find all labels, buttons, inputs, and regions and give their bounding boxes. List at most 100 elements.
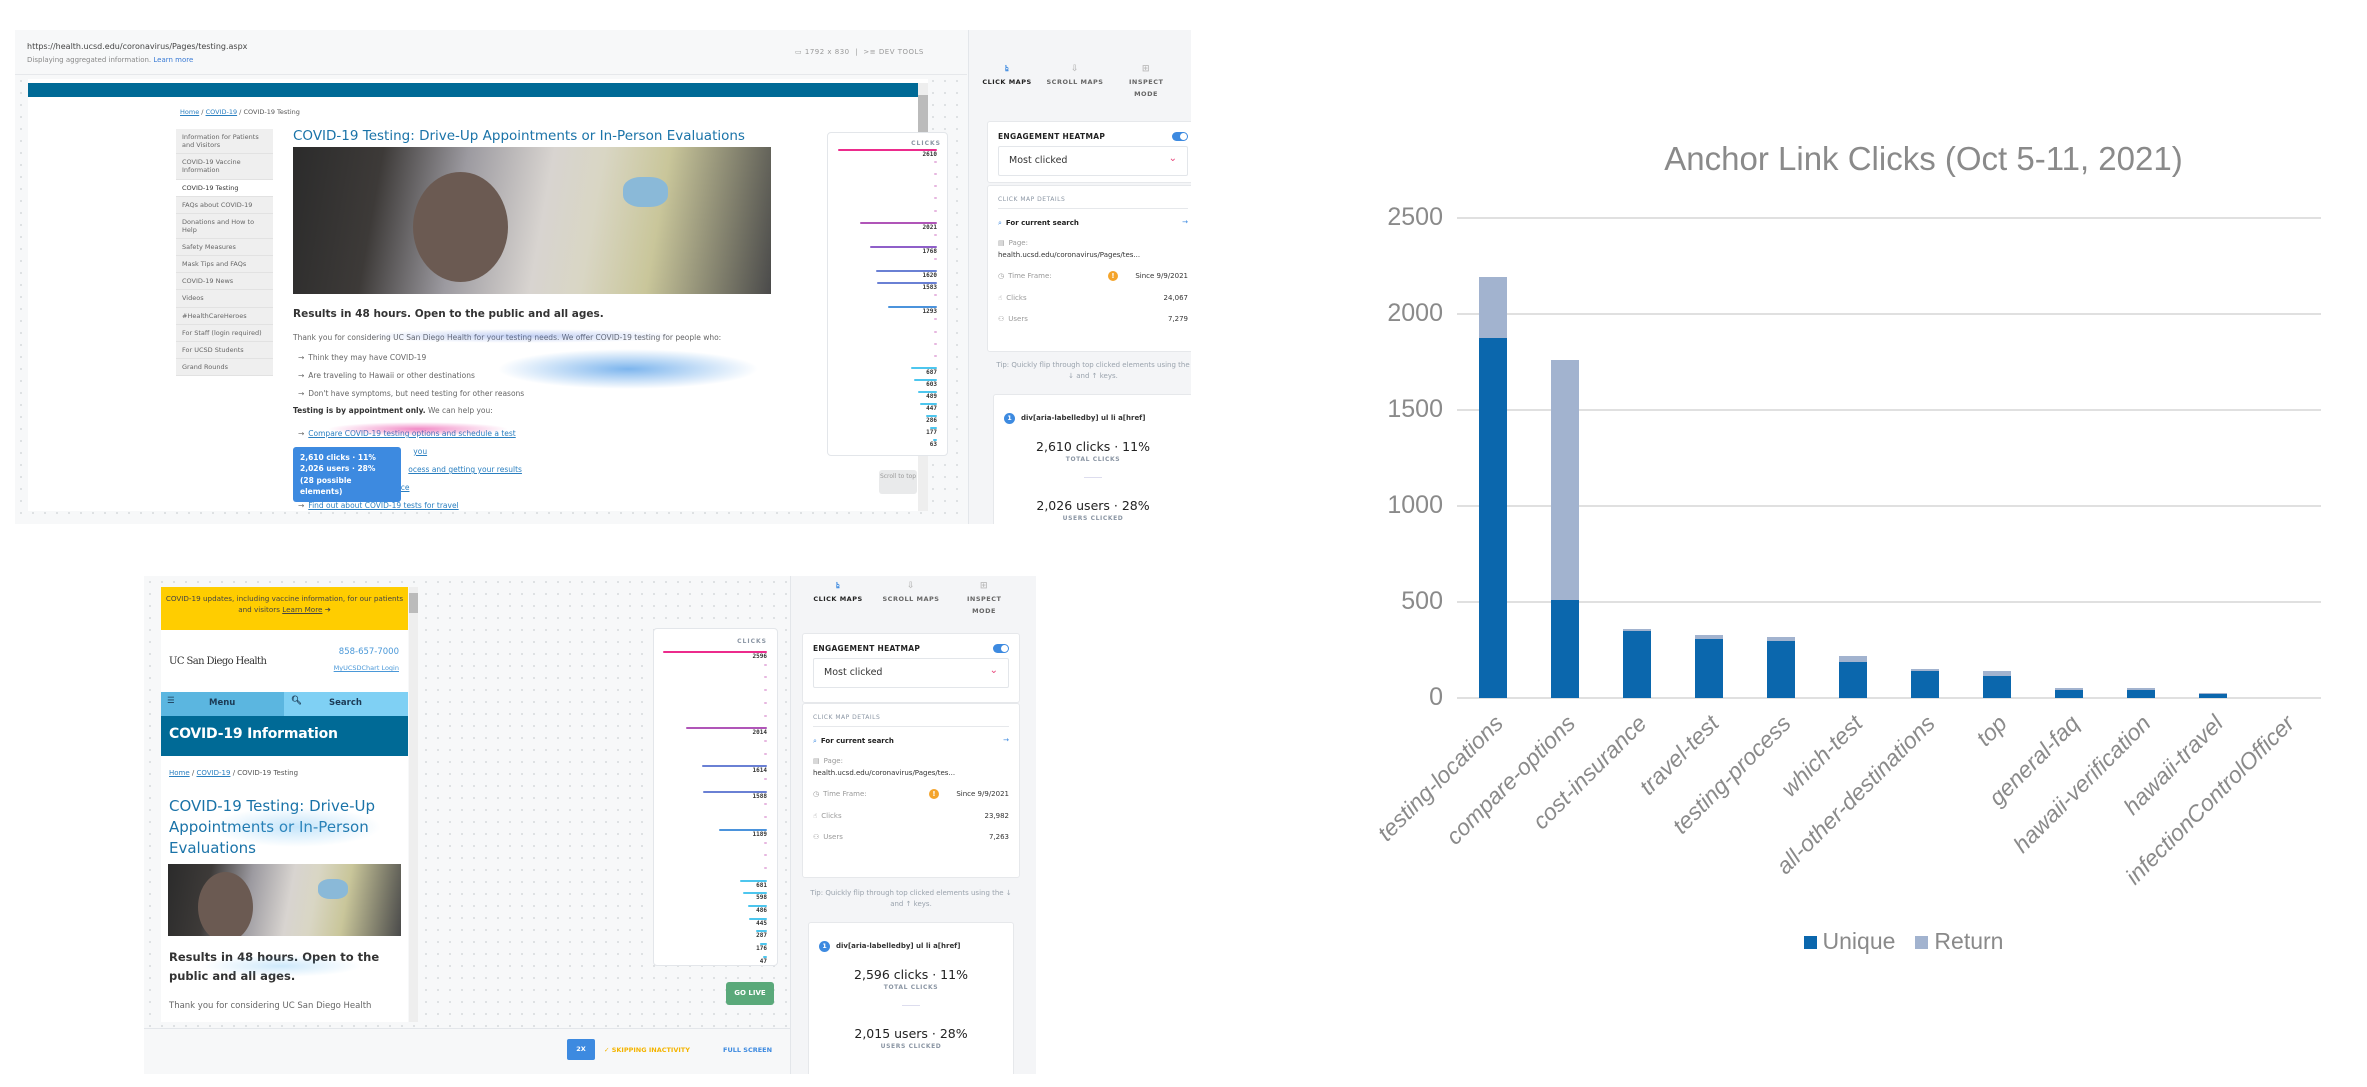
- scroll-maps-label: SCROLL MAPS: [882, 595, 940, 604]
- nav-item[interactable]: For Staff (login required): [176, 325, 273, 342]
- scroll-maps-label: SCROLL MAPS: [1046, 78, 1104, 87]
- content-link[interactable]: Find out about COVID-19 tests for travel: [308, 501, 458, 510]
- mychart-login-link[interactable]: MyUCSDChart Login: [334, 664, 399, 672]
- tab-inspect-mode[interactable]: ⊞ INSPECT MODE: [1116, 61, 1176, 101]
- timeframe-row: ◷ Time Frame:: [813, 790, 867, 798]
- tab-click-maps[interactable]: 👆︎ CLICK MAPS: [977, 61, 1037, 89]
- section-banner: COVID-19 Information: [161, 716, 408, 756]
- legend-swatch: [1803, 936, 1817, 949]
- click-count: 1614: [752, 767, 767, 775]
- skipping-inactivity-toggle[interactable]: ✓ SKIPPING INACTIVITY: [604, 1046, 690, 1054]
- chart-legend: Unique Return: [1360, 928, 2367, 955]
- bar-unique[interactable]: [1550, 599, 1580, 698]
- nav-item[interactable]: Mask Tips and FAQs: [176, 256, 273, 274]
- bar-return[interactable]: [1910, 669, 1940, 672]
- bullet-item: → Are traveling to Hawaii or other destin…: [298, 367, 524, 385]
- click-marker: [764, 701, 767, 704]
- full-screen-button[interactable]: FULL SCREEN: [723, 1046, 772, 1054]
- bar-unique[interactable]: [1478, 338, 1508, 698]
- current-search-row[interactable]: ⌕ For current search: [998, 219, 1079, 228]
- bar-return[interactable]: [1622, 629, 1652, 632]
- arrow-right-icon: →: [298, 501, 305, 510]
- tab-scroll-maps[interactable]: ⇩ SCROLL MAPS: [1045, 61, 1105, 89]
- bar-unique[interactable]: [1910, 671, 1940, 698]
- bar-unique[interactable]: [1694, 639, 1724, 698]
- nav-item[interactable]: Information for Patients and Visitors: [176, 129, 273, 155]
- bar-unique[interactable]: [2198, 693, 2228, 698]
- nav-item[interactable]: For UCSD Students: [176, 342, 273, 359]
- ucsd-health-logo[interactable]: UC San Diego Health: [169, 656, 267, 667]
- legend-item[interactable]: Return: [1915, 928, 2003, 954]
- y-tick-label: 0: [1429, 683, 1443, 711]
- nav-item[interactable]: #HealthCareHeroes: [176, 308, 273, 325]
- click-count: 598: [756, 894, 767, 902]
- bar-unique[interactable]: [2126, 689, 2156, 698]
- bar-return[interactable]: [2198, 692, 2228, 694]
- breadcrumb-current: COVID-19 Testing: [243, 108, 300, 116]
- page-label: Page:: [1008, 239, 1028, 247]
- breadcrumb-home[interactable]: Home: [169, 769, 190, 777]
- heatmap-mode-dropdown[interactable]: Most clicked ⌄: [998, 146, 1188, 176]
- bar-return[interactable]: [1550, 359, 1580, 600]
- banner-learn-more[interactable]: Learn More: [282, 605, 322, 614]
- nav-item[interactable]: Videos: [176, 290, 273, 308]
- nav-item[interactable]: COVID-19 Testing: [176, 179, 273, 197]
- legend-item[interactable]: Unique: [1803, 928, 1895, 954]
- scroll-to-top-button[interactable]: Scroll to top: [879, 470, 917, 494]
- nav-item[interactable]: Grand Rounds: [176, 359, 273, 376]
- clock-icon: ◷: [813, 790, 820, 798]
- tab-inspect-mode[interactable]: ⊞ INSPECT MODE: [954, 578, 1014, 618]
- breadcrumb-covid[interactable]: COVID-19: [206, 108, 238, 116]
- bar-return[interactable]: [1478, 276, 1508, 339]
- arrow-right-icon[interactable]: →: [1003, 736, 1009, 744]
- heatmap-toggle[interactable]: [993, 644, 1009, 653]
- nav-item[interactable]: Donations and How to Help: [176, 214, 273, 239]
- content-link[interactable]: ocess and getting your results: [408, 465, 522, 474]
- go-live-button[interactable]: GO LIVE: [726, 982, 774, 1005]
- click-tooltip: 2,610 clicks · 11% 2,026 users · 28% (28…: [293, 447, 401, 502]
- phone-link[interactable]: 858-657-7000: [339, 647, 399, 657]
- bar-return[interactable]: [2054, 688, 2084, 690]
- bar-unique[interactable]: [1982, 675, 2012, 698]
- bar-return[interactable]: [1838, 656, 1868, 663]
- legend-label: Return: [1934, 928, 2004, 954]
- timeframe-row: ◷ Time Frame:: [998, 272, 1052, 280]
- element-selector-row[interactable]: 1 div[aria-labelledby] ul li a[href]: [1004, 405, 1145, 424]
- bar-return[interactable]: [1694, 635, 1724, 640]
- click-count: 177: [926, 429, 937, 437]
- tab-click-maps[interactable]: 👆︎ CLICK MAPS: [808, 578, 868, 606]
- breadcrumb-home[interactable]: Home: [180, 108, 199, 116]
- bar-return[interactable]: [1982, 671, 2012, 676]
- content-link[interactable]: you: [413, 447, 427, 456]
- page-scrollbar[interactable]: [409, 587, 418, 1022]
- nav-item[interactable]: Safety Measures: [176, 239, 273, 257]
- dev-tools-button[interactable]: >≡ DEV TOOLS: [863, 48, 923, 56]
- learn-more-link[interactable]: Learn more: [153, 56, 193, 64]
- search-button[interactable]: 🔍︎ Search: [284, 692, 408, 716]
- click-bar[interactable]: [663, 651, 767, 653]
- heatmap-toggle[interactable]: [1172, 132, 1188, 141]
- bar-unique[interactable]: [1838, 662, 1868, 698]
- arrow-right-icon[interactable]: →: [1182, 218, 1188, 226]
- nav-item[interactable]: COVID-19 Vaccine Information: [176, 154, 273, 180]
- bar-unique[interactable]: [2054, 689, 2084, 698]
- bar-return[interactable]: [1766, 637, 1796, 642]
- tab-scroll-maps[interactable]: ⇩ SCROLL MAPS: [881, 578, 941, 606]
- content-link[interactable]: Compare COVID-19 testing options and sch…: [308, 429, 515, 438]
- nav-item[interactable]: COVID-19 News: [176, 273, 273, 291]
- bar-return[interactable]: [2126, 688, 2156, 690]
- bar-unique[interactable]: [1622, 631, 1652, 698]
- click-count: 1293: [922, 308, 937, 316]
- bar-unique[interactable]: [1766, 641, 1796, 698]
- element-selector-row[interactable]: 1 div[aria-labelledby] ul li a[href]: [819, 933, 960, 952]
- breadcrumb-sep: /: [201, 108, 204, 116]
- current-search-row[interactable]: ⌕ For current search: [813, 737, 894, 746]
- users-label: Users: [1008, 315, 1028, 323]
- users-icon: ⚇: [813, 833, 820, 841]
- breadcrumb-covid[interactable]: COVID-19: [197, 769, 231, 777]
- speed-button[interactable]: 2X: [567, 1039, 595, 1060]
- heatmap-mode-dropdown[interactable]: Most clicked ⌄: [813, 658, 1009, 688]
- calendar-icon: ▤: [813, 757, 820, 765]
- nav-item[interactable]: FAQs about COVID-19: [176, 197, 273, 214]
- menu-button[interactable]: ☰ Menu: [161, 692, 284, 716]
